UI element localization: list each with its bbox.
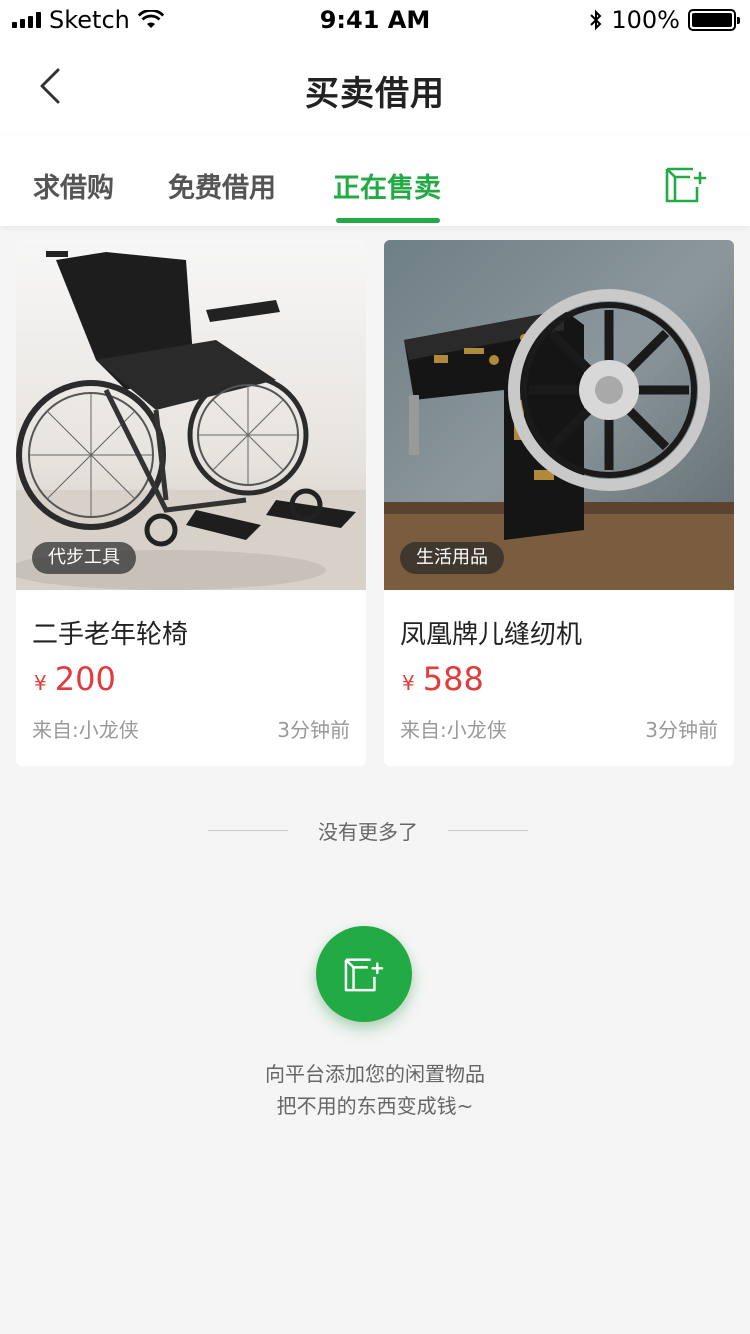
item-time: 3分钟前 bbox=[277, 718, 350, 742]
nav-bar: 买卖借用 bbox=[0, 40, 750, 136]
category-badge: 生活用品 bbox=[400, 542, 504, 574]
no-more-text: 没有更多了 bbox=[318, 820, 418, 844]
item-price: ¥200 bbox=[34, 660, 116, 698]
status-bar: Sketch 9:41 AM 100% bbox=[0, 0, 750, 40]
page-title: 买卖借用 bbox=[305, 74, 445, 114]
item-time: 3分钟前 bbox=[645, 718, 718, 742]
tab-active-indicator bbox=[336, 218, 440, 223]
item-title: 二手老年轮椅 bbox=[32, 620, 189, 650]
category-badge: 代步工具 bbox=[32, 542, 136, 574]
item-card[interactable]: 代步工具 二手老年轮椅 ¥200 来自:小龙侠 3分钟前 bbox=[16, 240, 366, 766]
tab-free-borrow[interactable]: 免费借用 bbox=[168, 166, 276, 205]
item-seller: 来自:小龙侠 bbox=[32, 718, 139, 742]
divider-line-right bbox=[448, 830, 528, 831]
item-seller: 来自:小龙侠 bbox=[400, 718, 507, 742]
battery-percent: 100% bbox=[611, 6, 680, 34]
sewing-machine-image: 生活用品 bbox=[384, 240, 734, 590]
add-item-fab[interactable] bbox=[316, 926, 412, 1022]
item-price: ¥588 bbox=[402, 660, 484, 698]
no-more-divider: 没有更多了 bbox=[0, 816, 750, 846]
add-item-button[interactable] bbox=[664, 164, 708, 204]
item-title: 凤凰牌儿缝纫机 bbox=[400, 620, 583, 650]
price-value: 200 bbox=[54, 660, 116, 698]
add-hint-line1: 向平台添加您的闲置物品 bbox=[265, 1062, 485, 1086]
add-box-icon bbox=[665, 167, 707, 203]
battery-icon bbox=[688, 9, 740, 31]
tab-bar: 求借购 免费借用 正在售卖 bbox=[0, 136, 750, 226]
currency-symbol: ¥ bbox=[34, 671, 47, 695]
currency-symbol: ¥ bbox=[402, 671, 415, 695]
price-value: 588 bbox=[422, 660, 484, 698]
tab-borrow-buy[interactable]: 求借购 bbox=[33, 166, 114, 205]
status-right: 100% bbox=[589, 6, 740, 34]
add-box-icon bbox=[344, 958, 384, 992]
bluetooth-icon bbox=[590, 9, 602, 31]
add-hint-line2: 把不用的东西变成钱~ bbox=[276, 1094, 474, 1118]
item-card[interactable]: 生活用品 凤凰牌儿缝纫机 ¥588 来自:小龙侠 3分钟前 bbox=[384, 240, 734, 766]
wheelchair-image: 代步工具 bbox=[16, 240, 366, 590]
tab-on-sale[interactable]: 正在售卖 bbox=[333, 166, 441, 205]
